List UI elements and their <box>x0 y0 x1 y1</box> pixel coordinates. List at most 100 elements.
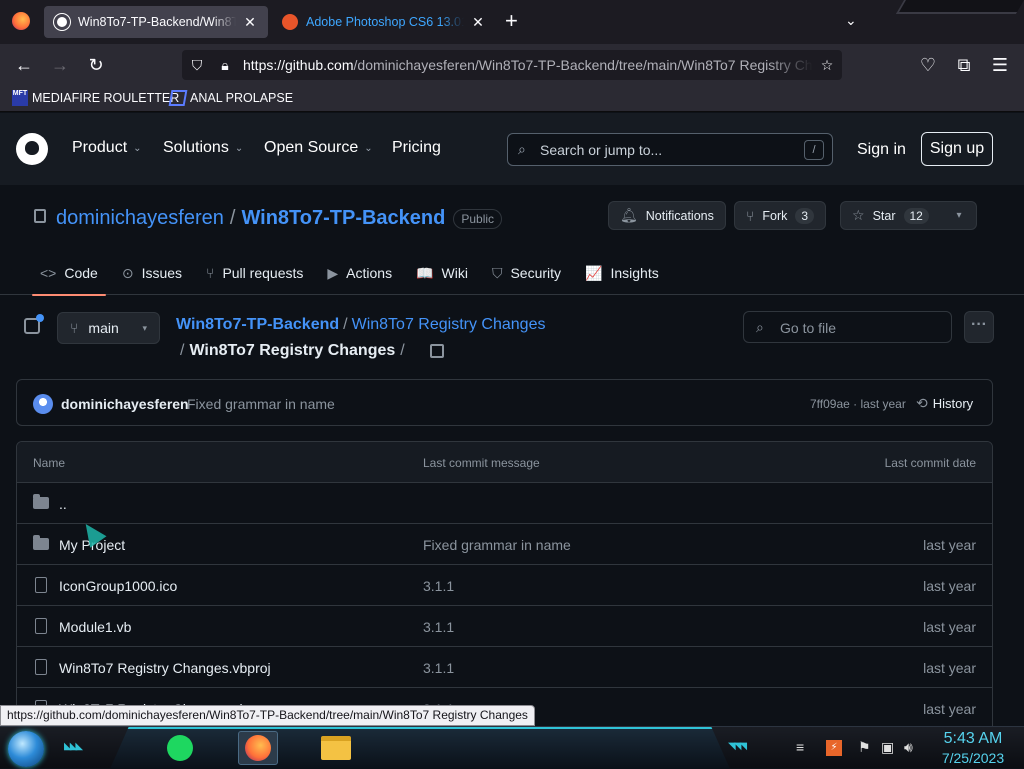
back-button[interactable]: ← <box>12 53 36 77</box>
sign-up-button[interactable]: Sign up <box>921 132 993 166</box>
button-label: Notifications <box>645 208 714 223</box>
repo-name-link[interactable]: Win8To7-TP-Backend <box>241 207 445 230</box>
commit-message-link[interactable]: Fixed grammar in name <box>187 396 335 412</box>
tab-label: Pull requests <box>222 265 304 281</box>
tab-security[interactable]: ⛉ Security <box>484 251 569 295</box>
github-logo-icon[interactable] <box>16 133 48 165</box>
commit-message[interactable]: 3.1.1 <box>423 578 454 594</box>
breadcrumb-folder-link[interactable]: Win8To7 Registry Changes <box>352 316 546 333</box>
start-orb-icon[interactable] <box>8 731 44 767</box>
taskbar-app-firefox[interactable] <box>238 731 278 765</box>
avatar[interactable] <box>33 394 53 414</box>
bookmark-label: MEDIAFIRE ROULETTER <box>32 91 180 105</box>
commit-message[interactable]: 3.1.1 <box>423 660 454 676</box>
download-favicon-icon <box>282 14 298 30</box>
sign-in-link[interactable]: Sign in <box>857 141 906 159</box>
commit-date: last year <box>923 660 976 676</box>
tab-close-icon[interactable]: ✕ <box>470 14 486 31</box>
file-table: Name Last commit message Last commit dat… <box>16 441 993 741</box>
extensions-button[interactable]: ⧉ <box>952 53 976 77</box>
fork-button[interactable]: ⑂ Fork 3 <box>734 201 827 230</box>
history-button[interactable]: ⟲ History <box>916 395 973 412</box>
bookmark-label: ANAL PROLAPSE <box>190 91 294 105</box>
network-icon[interactable]: ▣ <box>881 739 894 756</box>
star-list-dropdown[interactable]: ▾ <box>942 201 977 230</box>
action-center-flag-icon[interactable]: ⚑ <box>858 739 871 756</box>
lock-icon[interactable]: 🔒︎ <box>216 56 234 74</box>
nav-product[interactable]: Product ⌄ <box>72 139 142 157</box>
bookmark-star-icon[interactable]: ☆ <box>818 56 836 74</box>
tab-actions[interactable]: ▶ Actions <box>319 251 400 295</box>
breadcrumb: Win8To7-TP-Backend / Win8To7 Registry Chan… <box>176 316 545 334</box>
tab-label: Wiki <box>441 265 468 281</box>
bookmark-anal-prolapse[interactable]: ANAL PROLAPSE <box>168 90 294 106</box>
tab-label: Issues <box>141 265 183 281</box>
tab-insights[interactable]: 📈 Insights <box>577 251 667 295</box>
nav-pricing[interactable]: Pricing <box>392 139 441 157</box>
system-clock[interactable]: 5:43 AM 7/25/2023 <box>928 729 1018 767</box>
volume-icon[interactable]: 🔊︎ <box>904 739 913 756</box>
chevron-down-icon: ▾ <box>956 210 962 221</box>
list-all-tabs-button[interactable]: ⌄ <box>845 12 857 29</box>
more-options-button[interactable]: ··· <box>964 311 994 343</box>
file-name[interactable]: IconGroup1000.ico <box>59 578 177 594</box>
file-tree-toggle-icon[interactable] <box>24 314 44 334</box>
go-to-file-input[interactable]: ⌕ Go to file <box>743 311 952 343</box>
breadcrumb-repo-link[interactable]: Win8To7-TP-Backend <box>176 316 339 333</box>
breadcrumb-current: / Win8To7 Registry Changes / <box>180 342 444 360</box>
address-bar[interactable]: ⛉ 🔒︎ https://github.com/dominichayesfere… <box>182 50 842 80</box>
firefox-view-icon[interactable] <box>12 12 30 30</box>
commit-message[interactable]: 3.1.1 <box>423 619 454 635</box>
nav-open-source[interactable]: Open Source ⌄ <box>264 139 373 157</box>
forward-button[interactable]: → <box>48 53 72 77</box>
file-name[interactable]: .. <box>59 496 67 512</box>
search-placeholder: Search or jump to... <box>540 142 663 158</box>
taskbar-app-explorer[interactable] <box>316 731 356 765</box>
spotify-icon <box>167 735 193 761</box>
file-name[interactable]: Module1.vb <box>59 619 131 635</box>
column-header-message: Last commit message <box>423 456 540 470</box>
clock-time: 5:43 AM <box>943 730 1003 747</box>
tab-issues[interactable]: ⊙ Issues <box>114 251 190 295</box>
pocket-button[interactable]: ♡ <box>916 53 940 77</box>
firefox-icon <box>245 735 271 761</box>
star-button[interactable]: ☆ Star 12 <box>840 201 943 230</box>
tab-github[interactable]: Win8To7-TP-Backend/Win8To7 Registry Chan… <box>44 6 268 38</box>
puzzle-icon: ⧉ <box>957 54 971 75</box>
folder-icon <box>33 494 49 509</box>
reload-button[interactable]: ↻ <box>84 53 108 77</box>
table-row[interactable]: My Project Fixed grammar in name last ye… <box>17 524 992 565</box>
forward-arrow-icon: → <box>51 54 69 75</box>
file-name[interactable]: Win8To7 Registry Changes.vbproj <box>59 660 271 676</box>
url-text[interactable]: https://github.com/dominichayesferen/Win… <box>243 57 813 73</box>
tab-pull-requests[interactable]: ⑂ Pull requests <box>198 251 311 295</box>
breadcrumb-separator: / <box>180 342 185 359</box>
tracking-protection-shield-icon[interactable]: ⛉ <box>188 56 206 74</box>
chevron-down-icon: ▾ <box>142 322 147 333</box>
table-row[interactable]: .. <box>17 483 992 524</box>
commit-author-link[interactable]: dominichayesferen <box>61 396 189 412</box>
tab-close-icon[interactable]: ✕ <box>242 14 258 31</box>
nav-solutions[interactable]: Solutions ⌄ <box>163 139 243 157</box>
search-input[interactable]: ⌕ Search or jump to... / <box>507 133 833 166</box>
commit-message[interactable]: Fixed grammar in name <box>423 537 571 553</box>
tab-photoshop[interactable]: Adobe Photoshop CS6 13.01 Final Multilan… <box>272 6 496 38</box>
bookmark-mediafire[interactable]: MFT MEDIAFIRE ROULETTER <box>12 90 179 106</box>
commit-sha-and-age[interactable]: 7ff09ae · last year <box>810 397 906 411</box>
tray-app-icon[interactable]: ⚡ <box>826 740 842 756</box>
go-to-file-placeholder: Go to file <box>780 320 837 336</box>
table-row[interactable]: IconGroup1000.ico 3.1.1 last year <box>17 565 992 606</box>
file-icon <box>35 577 47 593</box>
tray-overflow-icon[interactable]: ≡ <box>796 739 804 755</box>
repo-owner-link[interactable]: dominichayesferen <box>56 207 224 230</box>
tab-wiki[interactable]: 📖 Wiki <box>408 251 476 295</box>
table-row[interactable]: Module1.vb 3.1.1 last year <box>17 606 992 647</box>
app-menu-button[interactable]: ☰ <box>988 53 1012 77</box>
branch-selector[interactable]: ⑂ main ▾ <box>57 312 160 344</box>
tab-code[interactable]: <> Code <box>32 251 106 296</box>
table-row[interactable]: Win8To7 Registry Changes.vbproj 3.1.1 la… <box>17 647 992 688</box>
copy-path-icon[interactable] <box>429 344 444 358</box>
notifications-button[interactable]: 🔔︎ Notifications <box>608 201 726 230</box>
new-tab-button[interactable]: + <box>505 10 518 32</box>
taskbar-app-spotify[interactable] <box>160 731 200 765</box>
